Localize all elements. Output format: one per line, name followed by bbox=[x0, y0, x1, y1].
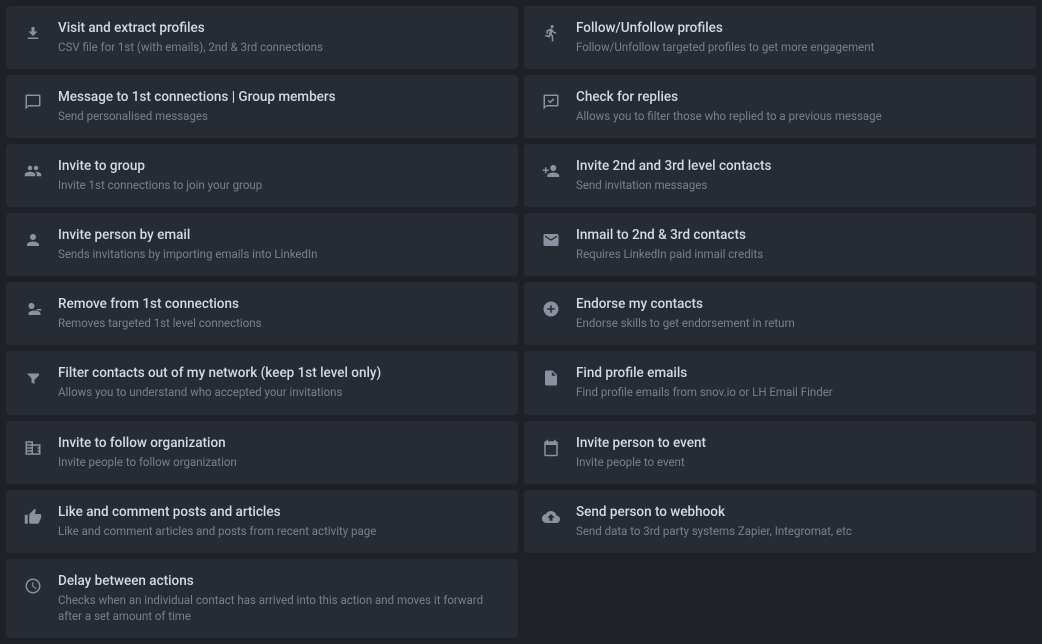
card-title-endorse-contacts: Endorse my contacts bbox=[576, 296, 795, 312]
card-desc-remove-connections: Removes targeted 1st level connections bbox=[58, 315, 262, 331]
card-inmail-2nd-3rd[interactable]: Inmail to 2nd & 3rd contacts Requires Lin… bbox=[524, 213, 1036, 276]
cloud-icon bbox=[540, 506, 562, 528]
calendar-icon bbox=[540, 437, 562, 459]
card-endorse-contacts[interactable]: Endorse my contacts Endorse skills to get… bbox=[524, 282, 1036, 345]
card-title-invite-group: Invite to group bbox=[58, 158, 262, 174]
card-like-comment[interactable]: Like and comment posts and articles Like … bbox=[6, 490, 518, 553]
cards-grid: Visit and extract profiles CSV file for 1… bbox=[0, 0, 1042, 644]
card-desc-invite-2nd-3rd: Send invitation messages bbox=[576, 177, 771, 193]
card-desc-endorse-contacts: Endorse skills to get endorsement in ret… bbox=[576, 315, 795, 331]
building-icon bbox=[22, 437, 44, 459]
card-desc-follow-unfollow: Follow/Unfollow targeted profiles to get… bbox=[576, 39, 874, 55]
card-title-invite-event: Invite person to event bbox=[576, 435, 706, 451]
card-filter-contacts[interactable]: Filter contacts out of my network (keep … bbox=[6, 351, 518, 414]
card-desc-invite-event: Invite people to event bbox=[576, 454, 706, 470]
card-invite-group[interactable]: Invite to group Invite 1st connections to… bbox=[6, 144, 518, 207]
card-title-check-replies: Check for replies bbox=[576, 89, 882, 105]
card-title-message-1st: Message to 1st connections | Group membe… bbox=[58, 89, 336, 105]
person-minus-icon bbox=[22, 298, 44, 320]
filter-icon bbox=[22, 367, 44, 389]
card-desc-send-webhook: Send data to 3rd party systems Zapier, I… bbox=[576, 523, 852, 539]
card-follow-unfollow[interactable]: Follow/Unfollow profiles Follow/Unfollow … bbox=[524, 6, 1036, 69]
card-title-follow-unfollow: Follow/Unfollow profiles bbox=[576, 20, 874, 36]
person-plus-icon bbox=[22, 229, 44, 251]
card-title-filter-contacts: Filter contacts out of my network (keep … bbox=[58, 365, 381, 381]
chat-icon bbox=[22, 91, 44, 113]
person-walk-icon bbox=[540, 22, 562, 44]
chat-check-icon bbox=[540, 91, 562, 113]
envelope-icon bbox=[540, 229, 562, 251]
card-desc-find-emails: Find profile emails from snov.io or LH E… bbox=[576, 384, 833, 400]
card-desc-invite-group: Invite 1st connections to join your grou… bbox=[58, 177, 262, 193]
card-title-invite-2nd-3rd: Invite 2nd and 3rd level contacts bbox=[576, 158, 771, 174]
download-icon bbox=[22, 22, 44, 44]
card-title-inmail-2nd-3rd: Inmail to 2nd & 3rd contacts bbox=[576, 227, 763, 243]
card-title-like-comment: Like and comment posts and articles bbox=[58, 504, 376, 520]
person-add-icon bbox=[540, 160, 562, 182]
card-desc-message-1st: Send personalised messages bbox=[58, 108, 336, 124]
card-delay-actions[interactable]: Delay between actions Checks when an indi… bbox=[6, 559, 518, 638]
plus-circle-icon bbox=[540, 298, 562, 320]
card-title-find-emails: Find profile emails bbox=[576, 365, 833, 381]
card-title-remove-connections: Remove from 1st connections bbox=[58, 296, 262, 312]
card-check-replies[interactable]: Check for replies Allows you to filter th… bbox=[524, 75, 1036, 138]
card-remove-connections[interactable]: Remove from 1st connections Removes targe… bbox=[6, 282, 518, 345]
card-title-send-webhook: Send person to webhook bbox=[576, 504, 852, 520]
card-desc-filter-contacts: Allows you to understand who accepted yo… bbox=[58, 384, 381, 400]
card-invite-event[interactable]: Invite person to event Invite people to e… bbox=[524, 421, 1036, 484]
card-desc-delay-actions: Checks when an individual contact has ar… bbox=[58, 592, 502, 624]
card-desc-visit-extract: CSV file for 1st (with emails), 2nd & 3r… bbox=[58, 39, 323, 55]
card-title-visit-extract: Visit and extract profiles bbox=[58, 20, 323, 36]
card-desc-like-comment: Like and comment articles and posts from… bbox=[58, 523, 376, 539]
card-desc-inmail-2nd-3rd: Requires LinkedIn paid inmail credits bbox=[576, 246, 763, 262]
card-invite-2nd-3rd[interactable]: Invite 2nd and 3rd level contacts Send in… bbox=[524, 144, 1036, 207]
card-send-webhook[interactable]: Send person to webhook Send data to 3rd p… bbox=[524, 490, 1036, 553]
card-find-emails[interactable]: Find profile emails Find profile emails f… bbox=[524, 351, 1036, 414]
card-desc-check-replies: Allows you to filter those who replied t… bbox=[576, 108, 882, 124]
card-invite-follow-org[interactable]: Invite to follow organization Invite peop… bbox=[6, 421, 518, 484]
card-title-invite-email: Invite person by email bbox=[58, 227, 317, 243]
card-desc-invite-follow-org: Invite people to follow organization bbox=[58, 454, 237, 470]
card-message-1st[interactable]: Message to 1st connections | Group membe… bbox=[6, 75, 518, 138]
people-icon bbox=[22, 160, 44, 182]
card-title-invite-follow-org: Invite to follow organization bbox=[58, 435, 237, 451]
card-title-delay-actions: Delay between actions bbox=[58, 573, 502, 589]
card-desc-invite-email: Sends invitations by importing emails in… bbox=[58, 246, 317, 262]
thumb-up-icon bbox=[22, 506, 44, 528]
card-visit-extract[interactable]: Visit and extract profiles CSV file for 1… bbox=[6, 6, 518, 69]
card-invite-email[interactable]: Invite person by email Sends invitations … bbox=[6, 213, 518, 276]
search-file-icon bbox=[540, 367, 562, 389]
clock-icon bbox=[22, 575, 44, 597]
